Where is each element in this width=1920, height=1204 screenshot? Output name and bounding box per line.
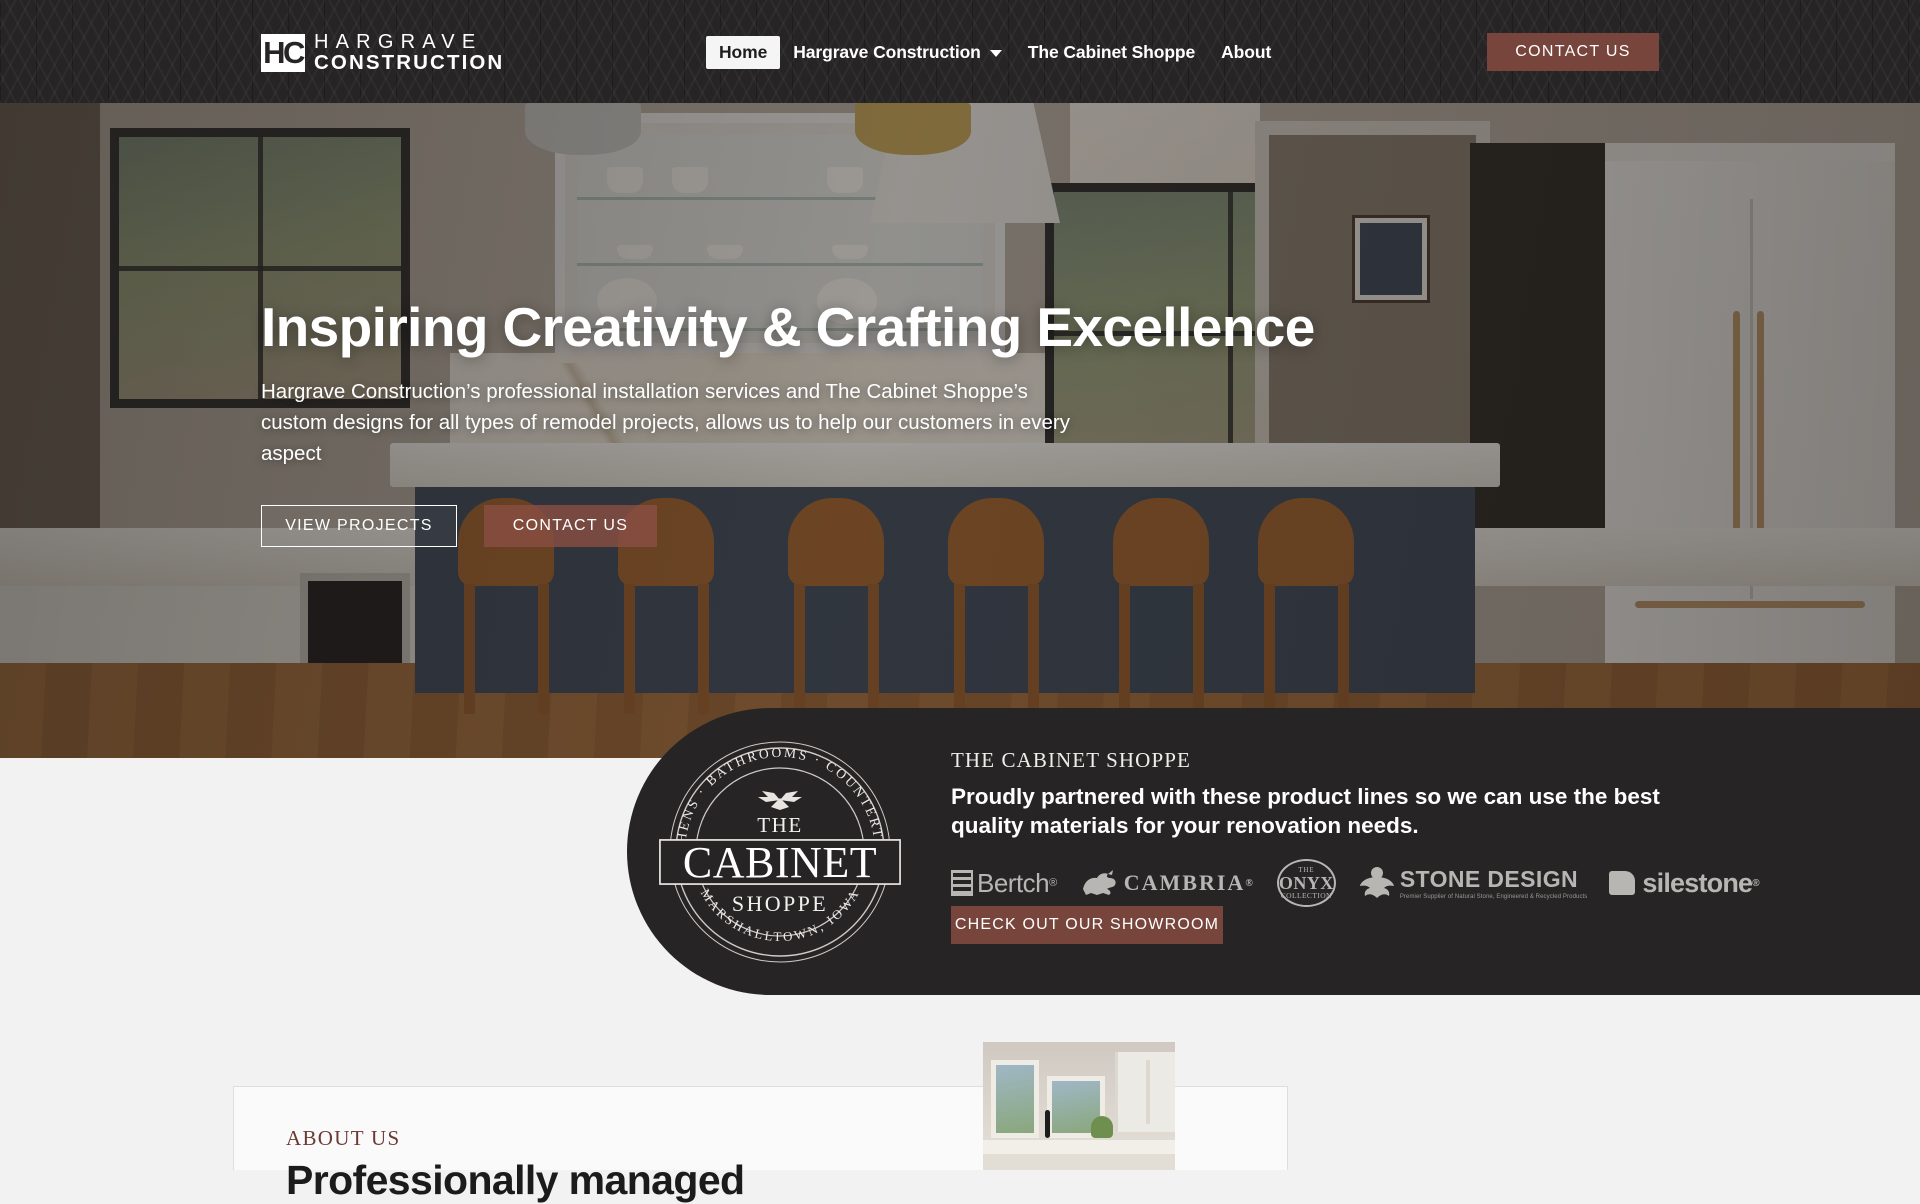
view-projects-button[interactable]: VIEW PROJECTS: [261, 505, 457, 547]
logo-monogram-icon: HC: [261, 34, 305, 72]
brand-logo-stone-design: STONE DESIGN Premier Supplier of Natural…: [1358, 864, 1588, 902]
hero-contact-us-button[interactable]: CONTACT US: [484, 505, 657, 547]
cabinet-shoppe-headline: Proudly partnered with these product lin…: [951, 784, 1660, 838]
check-out-showroom-button[interactable]: CHECK OUT OUR SHOWROOM: [951, 906, 1223, 944]
about-eyebrow: ABOUT US: [286, 1126, 401, 1150]
cabinet-shoppe-eyebrow: THE CABINET SHOPPE: [951, 748, 1191, 772]
logo-wordmark: HARGRAVE CONSTRUCTION: [314, 31, 505, 74]
logo-line-construction: CONSTRUCTION: [314, 51, 505, 74]
hero-title: Inspiring Creativity & Crafting Excellen…: [261, 296, 1315, 358]
brand-logo-cambria: CAMBRIA ®: [1079, 869, 1255, 897]
nav-item-the-cabinet-shoppe[interactable]: The Cabinet Shoppe: [1015, 36, 1208, 69]
cabinet-shoppe-panel: KITCHENS · BATHROOMS · COUNTERTOPS · · M…: [627, 708, 1920, 995]
badge-line-shoppe: SHOPPE: [732, 891, 828, 916]
about-kitchen-photo: [983, 1042, 1175, 1170]
header-contact-us-button[interactable]: CONTACT US: [1487, 33, 1659, 71]
brand-logo-bertch-label: Bertch: [977, 867, 1050, 898]
about-copy: ABOUT US Professionally managed: [286, 1126, 745, 1204]
cambria-registered-mark: ®: [1245, 877, 1255, 889]
chevron-down-icon: [989, 50, 1002, 57]
onyx-sub-label: COLLECTION: [1280, 890, 1332, 900]
brand-logo-silestone: silestone ®: [1609, 867, 1760, 899]
hero-subtitle: Hargrave Construction’s professional ins…: [261, 380, 1070, 465]
stone-design-eagle-crest-icon: [1359, 867, 1394, 898]
site-logo[interactable]: HC HARGRAVE CONSTRUCTION: [261, 31, 505, 74]
stone-design-wordmark: STONE DESIGN Premier Supplier of Natural…: [1400, 866, 1588, 900]
badge-flourish-icon: [758, 791, 802, 810]
silestone-mark-icon: [1609, 871, 1636, 895]
hero-button-group: VIEW PROJECTS CONTACT US: [261, 505, 1491, 547]
cabinet-shoppe-badge-logo: KITCHENS · BATHROOMS · COUNTERTOPS · · M…: [649, 721, 901, 963]
homepage: HC HARGRAVE CONSTRUCTION Home Hargrave C…: [0, 0, 1920, 1203]
nav-item-home[interactable]: Home: [706, 36, 781, 69]
nav-item-about-label: About: [1221, 42, 1272, 62]
partner-brand-logos: Bertch ® CAMBRIA ® THE ONYX COLLECTION S…: [951, 859, 1760, 907]
badge-line-the: THE: [757, 813, 803, 837]
logo-line-hargrave: HARGRAVE: [314, 31, 483, 53]
nav-item-about[interactable]: About: [1208, 36, 1284, 69]
brand-logo-stone-design-tagline: Premier Supplier of Natural Stone, Engin…: [1399, 894, 1588, 900]
cabinet-shoppe-copy: THE CABINET SHOPPE Proudly partnered wit…: [951, 748, 1760, 907]
nav-item-hargrave-construction-label: Hargrave Construction: [793, 42, 981, 62]
bertch-registered-mark: ®: [1049, 877, 1057, 889]
onyx-main-label: ONYX: [1278, 872, 1334, 893]
primary-navigation: Home Hargrave Construction The Cabinet S…: [706, 36, 1284, 69]
brand-logo-silestone-label: silestone: [1642, 867, 1753, 898]
site-header: HC HARGRAVE CONSTRUCTION Home Hargrave C…: [0, 0, 1920, 103]
silestone-registered-mark: ®: [1752, 877, 1759, 889]
hero-content: Inspiring Creativity & Crafting Excellen…: [261, 295, 1491, 547]
brand-logo-onyx-collection: THE ONYX COLLECTION: [1276, 859, 1336, 907]
nav-item-hargrave-construction[interactable]: Hargrave Construction: [780, 36, 1015, 69]
hero-section: Inspiring Creativity & Crafting Excellen…: [0, 103, 1920, 758]
bertch-mark-icon: [951, 870, 973, 896]
brand-logo-stone-design-label: STONE DESIGN: [1399, 866, 1578, 892]
brand-logo-bertch: Bertch ®: [951, 868, 1057, 899]
badge-line-cabinet: CABINET: [683, 838, 877, 887]
nav-item-home-label: Home: [719, 42, 768, 62]
brand-logo-cambria-label: CAMBRIA: [1123, 870, 1246, 895]
cambria-dragon-icon: [1082, 870, 1116, 895]
nav-item-the-cabinet-shoppe-label: The Cabinet Shoppe: [1027, 42, 1196, 62]
about-title: Professionally managed: [286, 1157, 745, 1203]
